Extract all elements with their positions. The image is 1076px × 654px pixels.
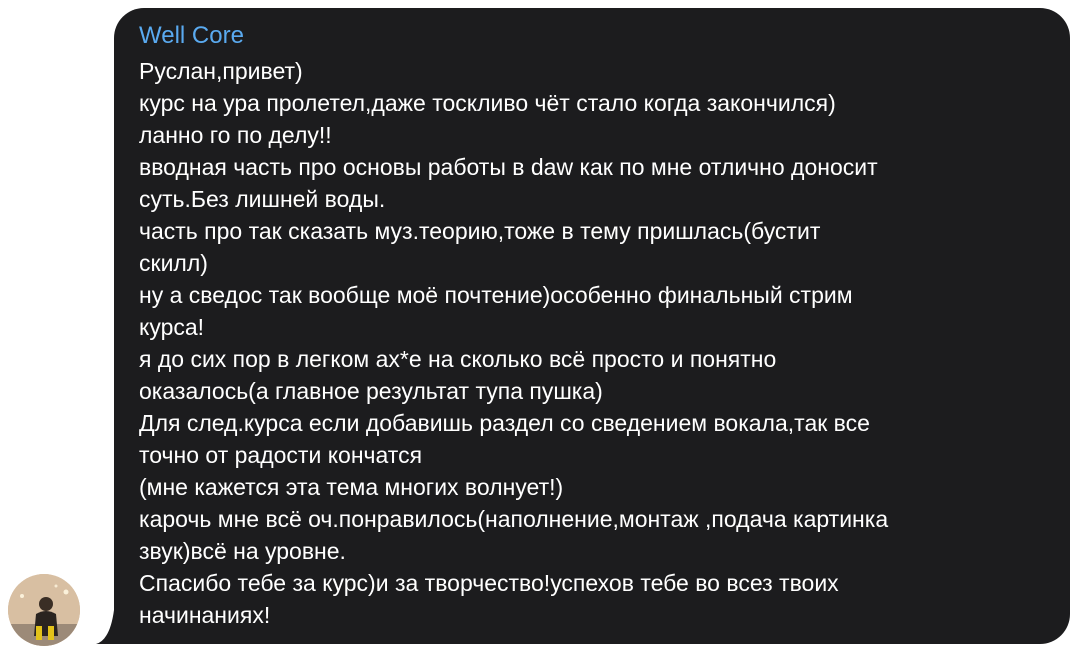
message-line: Руслан,привет) bbox=[139, 58, 303, 84]
chat-view: Well Core Руслан,привет) курс на ура про… bbox=[0, 0, 1076, 654]
sender-avatar[interactable] bbox=[8, 574, 80, 646]
user-photo-icon bbox=[8, 574, 80, 646]
message-line: начинаниях! bbox=[139, 602, 271, 628]
message-line: Спасибо тебе за курс)и за творчество!усп… bbox=[139, 570, 839, 596]
message-line: Для след.курса если добавишь раздел со с… bbox=[139, 410, 870, 436]
message-line: (мне кажется эта тема многих волнует!) bbox=[139, 474, 564, 500]
message-line: ланно го по делу!! bbox=[139, 122, 332, 148]
message-line: суть.Без лишней воды. bbox=[139, 186, 386, 212]
message-line: ну а сведос так вообще моё почтение)особ… bbox=[139, 282, 853, 308]
message-line: точно от радости кончатся bbox=[139, 442, 423, 468]
message-bubble[interactable]: Well Core Руслан,привет) курс на ура про… bbox=[114, 8, 1070, 644]
sender-name[interactable]: Well Core bbox=[139, 22, 244, 50]
message-line: курса! bbox=[139, 314, 205, 340]
message-text: Руслан,привет) курс на ура пролетел,даже… bbox=[139, 55, 1049, 631]
message-line: вводная часть про основы работы в daw ка… bbox=[139, 154, 878, 180]
message-line: карочь мне всё оч.понравилось(наполнение… bbox=[139, 506, 889, 532]
message-line: звук)всё на уровне. bbox=[139, 538, 346, 564]
message-line: курс на ура пролетел,даже тоскливо чёт с… bbox=[139, 90, 836, 116]
message-line: оказалось(а главное результат тупа пушка… bbox=[139, 378, 603, 404]
message-line: я до сих пор в легком ах*е на сколько вс… bbox=[139, 346, 777, 372]
message-line: часть про так сказать муз.теорию,тоже в … bbox=[139, 218, 821, 244]
message-line: скилл) bbox=[139, 250, 208, 276]
